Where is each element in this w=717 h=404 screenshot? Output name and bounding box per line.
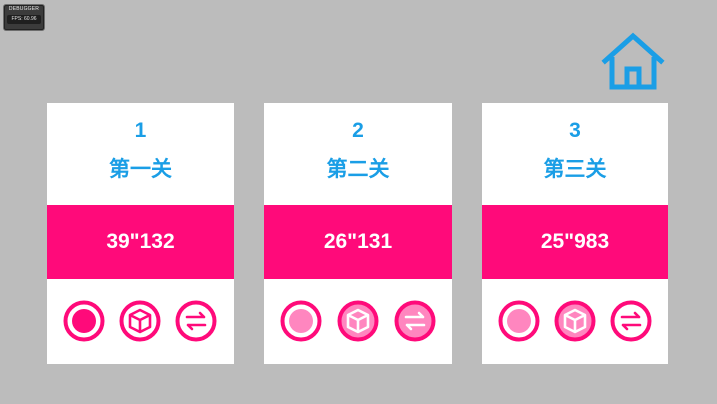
cube-icon[interactable] xyxy=(337,300,379,342)
record-icon[interactable] xyxy=(63,300,105,342)
cube-icon[interactable] xyxy=(119,300,161,342)
home-icon xyxy=(601,32,665,90)
best-time: 39"132 xyxy=(106,230,175,253)
cube-icon[interactable] xyxy=(554,300,596,342)
best-time-band: 39"132 xyxy=(47,205,234,279)
level-number: 1 xyxy=(134,119,147,142)
level-number: 3 xyxy=(569,119,581,142)
best-time-band: 25"983 xyxy=(482,205,668,279)
best-time: 26"131 xyxy=(323,230,393,253)
level-name: 第一关 xyxy=(109,158,172,181)
achievement-icons xyxy=(482,300,668,344)
best-time: 25"983 xyxy=(540,230,610,253)
home-button[interactable] xyxy=(600,31,666,91)
level-name: 第二关 xyxy=(326,158,390,181)
swap-icon[interactable] xyxy=(175,300,217,342)
achievement-icons xyxy=(47,300,234,344)
achievement-icons xyxy=(264,300,452,344)
debugger-panel[interactable]: DEBUGGER FPS: 60.96 xyxy=(3,4,45,31)
level-number: 2 xyxy=(352,119,364,142)
level-name: 第三关 xyxy=(543,158,607,181)
best-time-band: 26"131 xyxy=(264,205,452,279)
level-card-2[interactable]: 2 第二关 26"131 xyxy=(264,103,452,364)
debugger-title: DEBUGGER xyxy=(8,6,40,12)
swap-icon[interactable] xyxy=(610,300,652,342)
fps-readout: FPS: 60.96 xyxy=(7,15,41,24)
record-icon[interactable] xyxy=(498,300,540,342)
record-icon[interactable] xyxy=(280,300,322,342)
level-card-1[interactable]: 1 第一关 39"132 xyxy=(47,103,234,364)
level-card-3[interactable]: 3 第三关 25"983 xyxy=(482,103,668,364)
swap-icon[interactable] xyxy=(394,300,436,342)
